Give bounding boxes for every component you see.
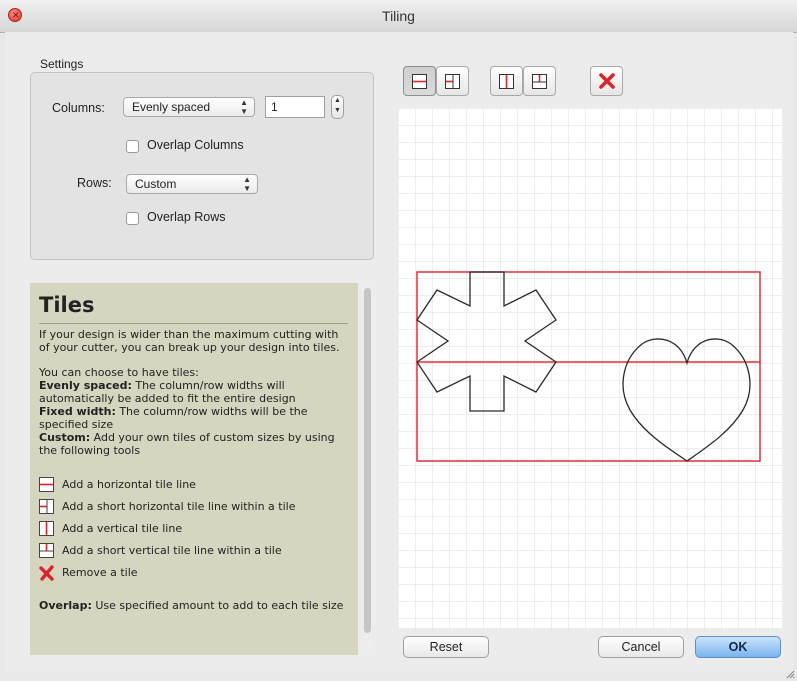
tiling-canvas[interactable] — [398, 108, 782, 628]
help-intro: If your design is wider than the maximum… — [39, 328, 340, 354]
horizontal-tile-line-button[interactable] — [403, 66, 436, 96]
help-panel: Tiles If your design is wider than the m… — [30, 283, 358, 655]
vertical-tile-line-icon — [499, 73, 514, 89]
popup-arrows-icon: ▲ ▼ — [243, 175, 251, 193]
title-bar: ✕ Tiling — [0, 0, 797, 33]
help-divider — [39, 323, 348, 324]
overlap-columns-label: Overlap Columns — [147, 138, 244, 152]
columns-count-stepper[interactable]: ▲ ▼ — [331, 95, 344, 119]
short-vertical-tile-line-icon — [532, 73, 547, 89]
resize-grip-icon[interactable] — [785, 669, 795, 679]
vertical-tile-line-button[interactable] — [490, 66, 523, 96]
grid-background — [398, 108, 782, 628]
help-choose-heading: You can choose to have tiles: — [39, 366, 199, 379]
help-option-custom: Custom: Add your own tiles of custom siz… — [39, 431, 335, 457]
overlap-rows-label: Overlap Rows — [147, 210, 226, 224]
ok-button[interactable]: OK — [695, 636, 781, 658]
help-tool-remove: Remove a tile — [39, 565, 348, 587]
reset-button[interactable]: Reset — [403, 636, 489, 658]
help-scroll-thumb[interactable] — [364, 288, 371, 633]
columns-mode-select[interactable]: Evenly spaced ▲ ▼ — [123, 97, 255, 117]
remove-tile-icon — [39, 565, 54, 581]
rows-label: Rows: — [77, 176, 112, 190]
columns-mode-value: Evenly spaced — [132, 100, 211, 114]
short-vertical-tile-line-button[interactable] — [523, 66, 556, 96]
rows-mode-value: Custom — [135, 177, 177, 191]
vertical-tile-line-icon — [39, 521, 54, 536]
help-option-evenly: Evenly spaced: The column/row widths wil… — [39, 379, 296, 405]
short-horizontal-tile-line-icon — [39, 499, 54, 514]
help-overlap: Overlap: Use specified amount to add to … — [39, 599, 344, 612]
remove-tile-icon — [598, 73, 615, 89]
columns-count-field[interactable]: 1 — [265, 96, 325, 118]
help-tool-horizontal: Add a horizontal tile line — [39, 477, 348, 499]
cancel-button[interactable]: Cancel — [598, 636, 684, 658]
settings-caption: Settings — [40, 57, 84, 71]
short-vertical-tile-line-icon — [39, 543, 54, 558]
help-tool-short-vertical: Add a short vertical tile line within a … — [39, 543, 348, 565]
help-tool-short-horizontal: Add a short horizontal tile line within … — [39, 499, 348, 521]
short-horizontal-tile-line-button[interactable] — [436, 66, 469, 96]
columns-label: Columns: — [52, 101, 105, 115]
tiling-canvas-drawing[interactable] — [398, 108, 782, 628]
help-tool-vertical: Add a vertical tile line — [39, 521, 348, 543]
horizontal-tile-line-icon — [412, 73, 427, 89]
short-horizontal-tile-line-icon — [445, 73, 460, 89]
window-title: Tiling — [382, 8, 415, 24]
overlap-rows-checkbox[interactable] — [126, 212, 139, 225]
popup-arrows-icon: ▲ ▼ — [240, 98, 248, 116]
help-option-fixed: Fixed width: The column/row widths will … — [39, 405, 308, 431]
rows-mode-select[interactable]: Custom ▲ ▼ — [126, 174, 258, 194]
help-title: Tiles — [39, 293, 95, 317]
overlap-columns-checkbox[interactable] — [126, 140, 139, 153]
remove-tile-button[interactable] — [590, 66, 623, 96]
horizontal-tile-line-icon — [39, 477, 54, 492]
